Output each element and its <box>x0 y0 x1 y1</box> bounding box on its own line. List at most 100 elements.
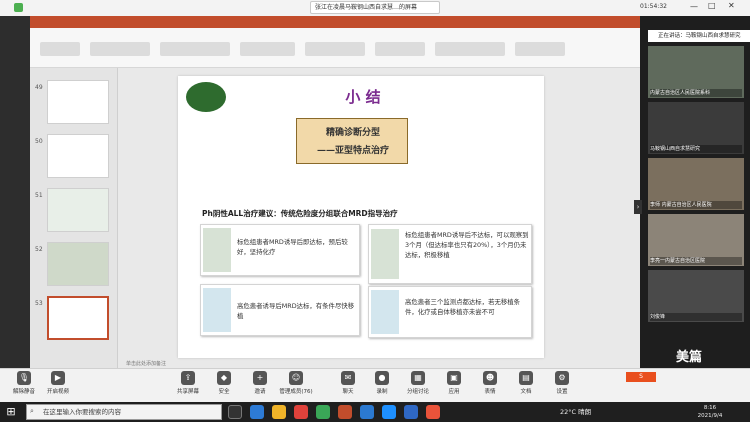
taskbar-clock[interactable]: 8:16 2021/9/4 <box>686 404 734 420</box>
ribbon-button[interactable] <box>305 42 365 56</box>
maximize-icon[interactable]: □ <box>708 1 716 10</box>
toolbar-button-record[interactable]: ● 录制 <box>362 371 402 395</box>
card-text: 高危患者诱导后MRD达标，有条件尽快移植 <box>237 302 355 320</box>
windows-start-icon[interactable]: ⊞ <box>4 405 18 419</box>
ribbon-button[interactable] <box>90 42 150 56</box>
ribbon-button[interactable] <box>375 42 425 56</box>
toolbar-button-apps[interactable]: ▣ 应用 <box>434 371 474 395</box>
topic-box: 精确诊断分型 ——亚型特点治疗 <box>296 118 408 164</box>
members-icon: ☺ <box>289 371 303 385</box>
card-text: 高危患者三个监测点都达标，若无移植条件，化疗或自体移植亦未尝不可 <box>405 298 521 316</box>
toolbar-button-share-screen[interactable]: ⇪ 共享屏幕 <box>168 371 208 395</box>
topic-line-2: ——亚型特点治疗 <box>316 146 389 156</box>
close-icon[interactable]: ✕ <box>728 1 735 10</box>
toolbar-label: 设置 <box>556 389 568 395</box>
participant-name: 李亮一内蒙古自治区医院 <box>650 257 742 265</box>
meeting-timer: 01:54:32 <box>640 3 667 10</box>
taskbar-search-input[interactable]: 在这里输入你要搜索的内容 <box>26 404 222 420</box>
participant-name: 马鞍钢山西自求慧研究 <box>650 145 742 153</box>
notes-placeholder[interactable]: 单击此处添加备注 <box>126 360 166 367</box>
ribbon-button[interactable] <box>160 42 230 56</box>
toolbar-button-emoji[interactable]: ☻ 表情 <box>470 371 510 395</box>
participant-name: 李师 内蒙古自治区人民医院 <box>650 201 742 209</box>
minimize-icon[interactable]: — <box>690 2 698 11</box>
recommendation-card: 高危患者诱导后MRD达标，有条件尽快移植 <box>200 284 360 336</box>
card-swatch <box>203 228 231 272</box>
record-icon: ● <box>375 371 389 385</box>
slide-thumbnail[interactable] <box>47 188 109 232</box>
toolbar-button-gear[interactable]: ⚙ 设置 <box>542 371 582 395</box>
recommendation-card: 标危组患者MRD诱导后不达标，可以观察到3个月（但达标率也只有20%），3个月仍… <box>368 224 532 284</box>
apps-icon: ▣ <box>447 371 461 385</box>
slide-thumbnail[interactable] <box>47 134 109 178</box>
document-icon: ▤ <box>519 371 533 385</box>
app-icon[interactable] <box>382 405 396 419</box>
ribbon-button[interactable] <box>40 42 80 56</box>
toolbar-button-breakout[interactable]: ▦ 分组讨论 <box>398 371 438 395</box>
university-logo <box>186 82 226 112</box>
slide-thumbnail[interactable] <box>47 242 109 286</box>
ribbon-tabs[interactable] <box>30 16 640 28</box>
task-view-icon[interactable] <box>228 405 242 419</box>
recommendation-card: 标危组患者MRD诱导后即达标，预后较好，坚持化疗 <box>200 224 360 276</box>
toolbar-button-invite[interactable]: + 邀请 <box>240 371 280 395</box>
thumbnail-number: 49 <box>35 84 43 91</box>
toolbar-label: 应用 <box>448 389 460 395</box>
powerpoint-icon[interactable] <box>338 405 352 419</box>
toolbar-label: 共享屏幕 <box>176 389 199 395</box>
browser-icon[interactable] <box>294 405 308 419</box>
toolbar-label: 开启视频 <box>46 389 69 395</box>
toolbar-label: 邀请 <box>254 389 266 395</box>
slide-thumbnail-selected[interactable] <box>47 296 109 340</box>
meeting-title[interactable]: 张江在凌晨马鞍钢山西自求慧…的屏幕 <box>310 1 440 14</box>
toolbar-button-document[interactable]: ▤ 文档 <box>506 371 546 395</box>
slide-canvas[interactable]: 小 结 精确诊断分型 ——亚型特点治疗 Ph阴性ALL治疗建议：传统危险度分组联… <box>178 76 544 358</box>
share-screen-icon: ⇪ <box>181 371 195 385</box>
edge-icon[interactable] <box>250 405 264 419</box>
toolbar-label: 文档 <box>520 389 532 395</box>
thumbnail-number: 52 <box>35 246 43 253</box>
microphone-icon: 🎙 <box>17 371 31 385</box>
card-swatch <box>203 288 231 332</box>
emoji-icon: ☻ <box>483 371 497 385</box>
toolbar-label: 录制 <box>376 389 388 395</box>
camera-icon: ▶ <box>51 371 65 385</box>
search-icon: ⌕ <box>30 407 34 415</box>
breakout-icon: ▦ <box>411 371 425 385</box>
participant-name: 刘俊锋 <box>650 313 742 321</box>
toolbar-label: 表情 <box>484 389 496 395</box>
thumbnail-number: 50 <box>35 138 43 145</box>
topic-line-1: 精确诊断分型 <box>325 128 380 138</box>
toolbar-button-shield[interactable]: ◆ 安全 <box>204 371 244 395</box>
wechat-icon[interactable] <box>316 405 330 419</box>
ribbon-button[interactable] <box>240 42 295 56</box>
connection-icon <box>14 3 23 12</box>
card-text: 标危组患者MRD诱导后不达标，可以观察到3个月（但达标率也只有20%），3个月仍… <box>405 231 529 259</box>
clock-time: 8:16 <box>703 405 717 411</box>
input-method-icon[interactable]: S <box>626 372 656 382</box>
app-icon[interactable] <box>426 405 440 419</box>
gear-icon: ⚙ <box>555 371 569 385</box>
toolbar-label: 分组讨论 <box>406 389 429 395</box>
slide-title: 小 结 <box>345 88 381 106</box>
weather-widget[interactable]: 22°C 晴朗 <box>560 406 591 416</box>
ribbon-button[interactable] <box>435 42 505 56</box>
ribbon-button[interactable] <box>515 42 565 56</box>
word-icon[interactable] <box>404 405 418 419</box>
thumbnail-number: 53 <box>35 300 43 307</box>
slide-heading: Ph阴性ALL治疗建议：传统危险度分组联合MRD指导治疗 <box>202 209 398 218</box>
left-strip <box>0 16 30 368</box>
folder-icon[interactable] <box>272 405 286 419</box>
slide-thumbnail[interactable] <box>47 80 109 124</box>
invite-icon: + <box>253 371 267 385</box>
toolbar-label: 安全 <box>218 389 230 395</box>
clock-date: 2021/9/4 <box>697 413 723 419</box>
participant-name: 内蒙古自治区人民医院系科 <box>650 89 742 97</box>
meeting-app-icon[interactable] <box>360 405 374 419</box>
toolbar-button-camera[interactable]: ▶ 开启视频 <box>38 371 78 395</box>
card-swatch <box>371 229 399 279</box>
speaking-indicator: 正在讲话：马鞍钢山西自求慧研究 <box>648 30 750 42</box>
toolbar-button-members[interactable]: ☺ 管理成员(76) <box>276 371 316 395</box>
card-swatch <box>371 290 399 334</box>
collapse-panel-icon[interactable]: › <box>634 200 642 214</box>
